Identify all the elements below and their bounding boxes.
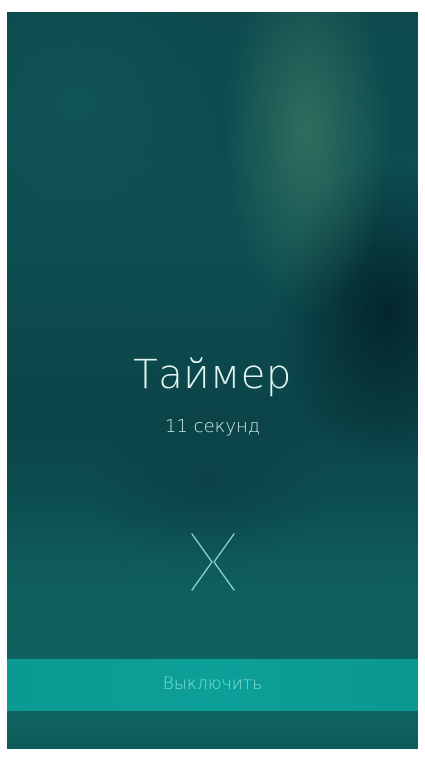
close-icon[interactable] [190, 532, 236, 592]
alarm-title: Таймер [133, 352, 292, 398]
timer-alarm-screen: Таймер 11 секунд Выключить [7, 12, 418, 749]
bottom-strip [7, 711, 418, 749]
dismiss-button[interactable]: Выключить [7, 659, 418, 711]
dismiss-button-label: Выключить [162, 674, 263, 694]
alarm-subtitle: 11 секунд [165, 416, 260, 437]
